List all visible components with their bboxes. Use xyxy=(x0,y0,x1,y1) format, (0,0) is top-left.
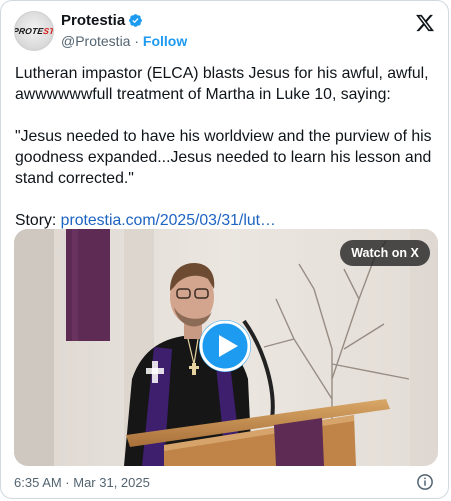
display-name[interactable]: Protestia xyxy=(61,12,125,29)
tweet-card: PROTESTIA Protestia @Protestia · Follow … xyxy=(0,0,449,499)
handle-row: @Protestia · Follow xyxy=(61,33,187,49)
story-prefix: Story: xyxy=(15,212,61,229)
handle[interactable]: @Protestia xyxy=(61,33,130,49)
follow-button[interactable]: Follow xyxy=(143,33,187,49)
verified-badge-icon xyxy=(129,14,143,27)
tweet-story-line: Story: protestia.com/2025/03/31/lut… xyxy=(15,210,440,231)
video-thumbnail[interactable]: Watch on X xyxy=(14,229,438,466)
separator: · xyxy=(134,33,140,49)
story-link[interactable]: protestia.com/2025/03/31/lut… xyxy=(61,212,276,229)
avatar-logo-text: PROTESTIA xyxy=(14,26,54,36)
watch-on-x-button[interactable]: Watch on X xyxy=(340,240,430,266)
x-logo-icon[interactable] xyxy=(414,13,436,33)
play-icon[interactable] xyxy=(198,319,252,373)
avatar[interactable]: PROTESTIA xyxy=(14,11,54,51)
tweet-paragraph-2: "Jesus needed to have his worldview and … xyxy=(15,128,432,187)
tweet-text: Lutheran impastor (ELCA) blasts Jesus fo… xyxy=(15,63,440,231)
info-icon[interactable] xyxy=(416,473,434,491)
tweet-paragraph-1: Lutheran impastor (ELCA) blasts Jesus fo… xyxy=(15,65,429,103)
tweet-timestamp[interactable]: 6:35 AM · Mar 31, 2025 xyxy=(14,475,150,490)
author-name-row: Protestia xyxy=(61,12,143,29)
